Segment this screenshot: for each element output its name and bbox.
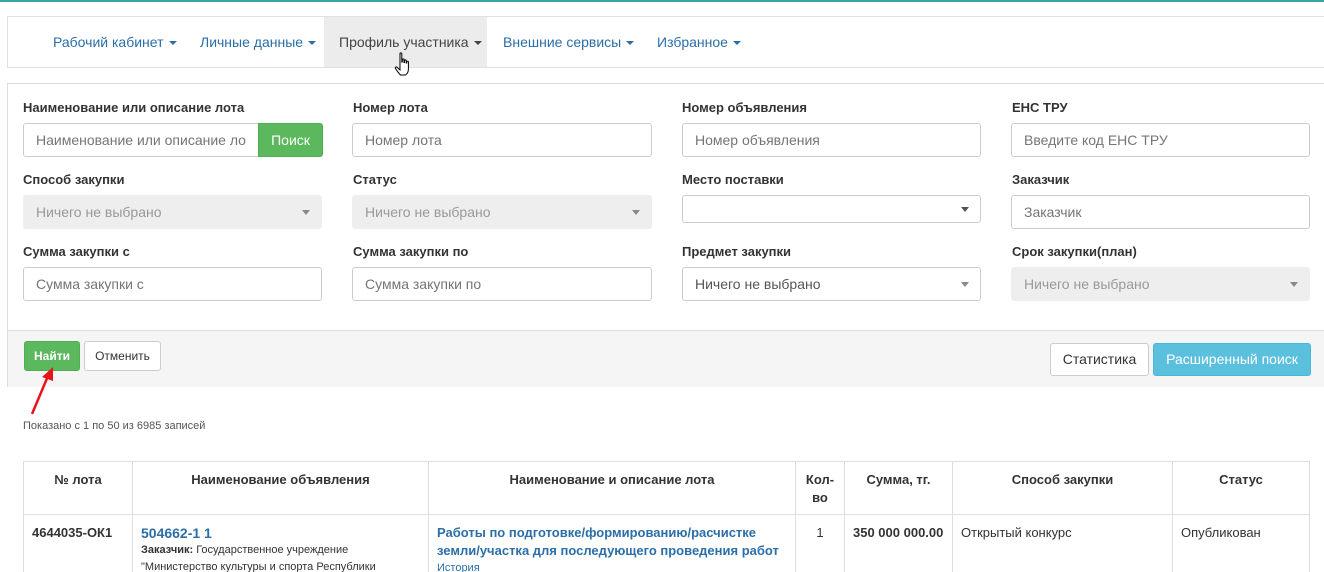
- lot-name-input[interactable]: [23, 123, 259, 157]
- customer-info-label: Заказчик:: [141, 544, 194, 556]
- results-table: № лота Наименование объявления Наименова…: [23, 461, 1310, 572]
- history-link[interactable]: История: [437, 560, 787, 572]
- lot-description-link-line2[interactable]: земли/участка для последующего проведени…: [437, 542, 787, 560]
- caret-down-icon: [473, 41, 482, 46]
- purchase-method-label: Способ закупки: [23, 172, 125, 187]
- advanced-search-button[interactable]: Расширенный поиск: [1153, 343, 1311, 376]
- cell-status: Опубликован: [1172, 514, 1310, 572]
- search-filter-panel: Наименование или описание лота Поиск Ном…: [7, 83, 1324, 387]
- announcement-number-label: Номер объявления: [682, 100, 807, 115]
- term-label: Срок закупки(план): [1012, 244, 1137, 259]
- cell-sum: 350 000 000.00: [844, 514, 953, 572]
- header-quantity[interactable]: Кол-во: [795, 461, 845, 515]
- sum-to-label: Сумма закупки по: [353, 244, 469, 259]
- nav-item-personal-data[interactable]: Личные данные: [186, 17, 317, 67]
- cancel-button[interactable]: Отменить: [84, 341, 161, 371]
- lot-number-input[interactable]: [352, 123, 652, 157]
- cell-quantity: 1: [795, 514, 845, 572]
- cell-lot-description: Работы по подготовке/формированию/расчис…: [428, 514, 796, 572]
- nav-label: Профиль участника: [339, 34, 469, 50]
- term-select[interactable]: Ничего не выбрано: [1011, 267, 1310, 301]
- nav-item-favorites[interactable]: Избранное: [642, 17, 752, 67]
- ens-tru-input[interactable]: [1011, 123, 1310, 157]
- subject-select[interactable]: Ничего не выбрано: [682, 267, 981, 301]
- top-accent-line: [0, 0, 1324, 2]
- delivery-place-label: Место поставки: [682, 172, 784, 187]
- header-lot-no[interactable]: № лота: [23, 461, 133, 515]
- nav-label: Внешние сервисы: [503, 34, 622, 50]
- main-navbar: Рабочий кабинет Личные данные Профиль уч…: [7, 16, 1324, 68]
- caret-down-icon: [308, 41, 317, 46]
- header-status[interactable]: Статус: [1172, 461, 1310, 515]
- customer-input[interactable]: [1011, 195, 1310, 229]
- subject-label: Предмет закупки: [682, 244, 792, 259]
- caret-down-icon: [732, 41, 741, 46]
- nav-label: Личные данные: [200, 34, 304, 50]
- cell-purchase-method: Открытый конкурс: [952, 514, 1173, 572]
- nav-item-work-cabinet[interactable]: Рабочий кабинет: [38, 17, 177, 67]
- lot-name-label: Наименование или описание лота: [23, 100, 245, 115]
- lot-number-label: Номер лота: [353, 100, 428, 115]
- announcement-link[interactable]: 504662-1 1: [141, 524, 420, 542]
- nav-label: Избранное: [657, 34, 728, 50]
- header-sum[interactable]: Сумма, тг.: [844, 461, 953, 515]
- purchase-method-select[interactable]: Ничего не выбрано: [23, 195, 322, 229]
- customer-label: Заказчик: [1012, 172, 1070, 187]
- status-label: Статус: [353, 172, 397, 187]
- cell-lot-no: 4644035-ОК1: [23, 514, 133, 572]
- caret-down-icon: [626, 41, 635, 46]
- header-announcement[interactable]: Наименование объявления: [132, 461, 429, 515]
- sum-from-label: Сумма закупки с: [23, 244, 130, 259]
- nav-item-external-services[interactable]: Внешние сервисы: [488, 17, 635, 67]
- nav-label: Рабочий кабинет: [53, 34, 164, 50]
- results-info: Показано с 1 по 50 из 6985 записей: [23, 420, 206, 432]
- header-purchase-method[interactable]: Способ закупки: [952, 461, 1173, 515]
- announcement-number-input[interactable]: [682, 123, 981, 157]
- search-button[interactable]: Поиск: [258, 123, 323, 157]
- status-select[interactable]: Ничего не выбрано: [352, 195, 652, 229]
- caret-down-icon: [168, 41, 177, 46]
- ens-tru-label: ЕНС ТРУ: [1012, 100, 1068, 115]
- sum-from-input[interactable]: [23, 267, 322, 301]
- hand-cursor-icon: [394, 52, 409, 76]
- customer-info: Заказчик: Государственное учреждение "Ми…: [141, 542, 420, 572]
- header-lot-description[interactable]: Наименование и описание лота: [428, 461, 796, 515]
- lot-description-link-line1[interactable]: Работы по подготовке/формированию/расчис…: [437, 524, 787, 542]
- annotation-arrow-icon: [30, 367, 53, 415]
- sum-to-input[interactable]: [352, 267, 652, 301]
- statistics-button[interactable]: Статистика: [1050, 343, 1149, 376]
- delivery-place-select[interactable]: [682, 195, 981, 223]
- cell-announcement: 504662-1 1 Заказчик: Государственное учр…: [132, 514, 429, 572]
